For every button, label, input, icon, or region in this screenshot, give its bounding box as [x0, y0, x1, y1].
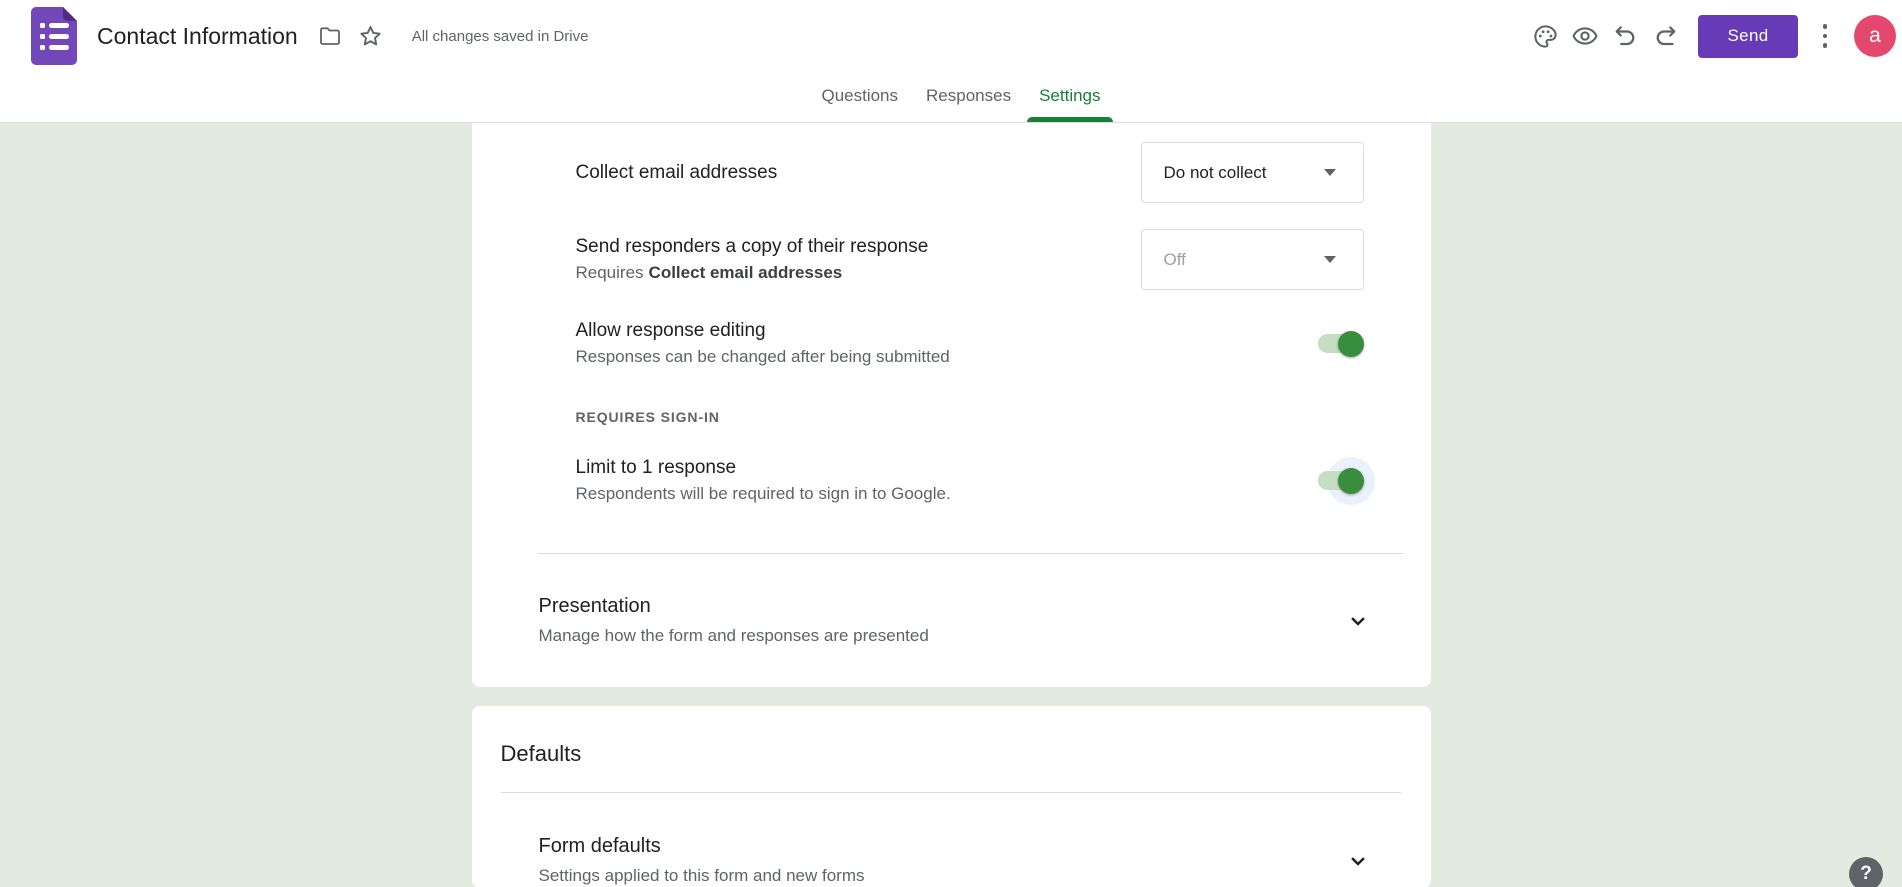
caret-down-icon: [1323, 169, 1336, 176]
caret-down-icon: [1323, 256, 1336, 263]
title-row: Contact Information All changes saved in…: [0, 0, 1902, 70]
setting-row-collect-email: Collect email addresses Do not collect: [472, 142, 1431, 203]
tab-questions[interactable]: Questions: [821, 70, 898, 122]
star-icon[interactable]: [356, 21, 386, 51]
more-options-icon[interactable]: [1812, 21, 1838, 51]
header-actions: [1530, 21, 1680, 51]
dropdown-value: Off: [1163, 249, 1186, 269]
setting-title: Collect email addresses: [575, 161, 778, 183]
tab-settings-label: Settings: [1039, 86, 1101, 105]
setting-title: Send responders a copy of their response: [575, 236, 929, 257]
google-forms-settings-page: Contact Information All changes saved in…: [0, 0, 1902, 887]
section-title: Form defaults: [538, 835, 661, 857]
folder-icon[interactable]: [315, 21, 345, 51]
defaults-card: Defaults Form defaults Settings applied …: [471, 706, 1431, 887]
requires-prefix: Requires: [575, 263, 644, 282]
setting-subtitle: Responses can be changed after being sub…: [575, 347, 950, 366]
active-tab-underline: [1027, 117, 1113, 122]
app-header: Contact Information All changes saved in…: [0, 0, 1902, 123]
save-status: All changes saved in Drive: [411, 27, 589, 45]
setting-row-limit-response: Limit to 1 response Respondents will be …: [472, 455, 1431, 506]
form-title[interactable]: Contact Information: [97, 23, 298, 50]
chevron-down-icon[interactable]: [1343, 846, 1373, 876]
help-label: ?: [1860, 863, 1872, 884]
dropdown-value: Do not collect: [1163, 162, 1267, 182]
tab-settings[interactable]: Settings: [1027, 70, 1113, 122]
form-defaults-row[interactable]: Form defaults Settings applied to this f…: [472, 833, 1431, 887]
limit-response-toggle[interactable]: [1317, 456, 1375, 505]
preview-eye-icon[interactable]: [1570, 21, 1600, 51]
setting-subtitle: Requires Collect email addresses: [576, 260, 929, 285]
tab-bar: Questions Responses Settings: [0, 70, 1902, 123]
send-copy-dropdown[interactable]: Off: [1140, 229, 1364, 290]
send-button[interactable]: Send: [1698, 14, 1798, 58]
setting-row-allow-editing: Allow response editing Responses can be …: [472, 318, 1431, 369]
settings-content: Collect email addresses Do not collect S…: [0, 123, 1902, 887]
section-subtitle: Manage how the form and responses are pr…: [538, 626, 929, 645]
collect-email-dropdown[interactable]: Do not collect: [1140, 142, 1364, 203]
toggle-knob: [1337, 330, 1364, 357]
page-fold: [63, 7, 77, 21]
setting-row-send-copy: Send responders a copy of their response…: [472, 229, 1431, 290]
defaults-heading: Defaults: [500, 741, 582, 766]
help-button[interactable]: ?: [1849, 857, 1883, 887]
allow-editing-toggle[interactable]: [1317, 330, 1364, 357]
requires-target: Collect email addresses: [648, 263, 843, 282]
theme-palette-icon[interactable]: [1530, 21, 1560, 51]
section-title: Presentation: [538, 595, 651, 617]
setting-title: Allow response editing: [575, 320, 766, 341]
requires-sign-in-label: REQUIRES SIGN-IN: [575, 409, 720, 425]
forms-logo-icon[interactable]: [31, 7, 77, 65]
divider: [537, 553, 1403, 554]
account-avatar[interactable]: a: [1854, 15, 1896, 57]
section-subtitle: Settings applied to this form and new fo…: [538, 866, 865, 885]
responses-settings-card: Collect email addresses Do not collect S…: [471, 123, 1431, 687]
redo-icon[interactable]: [1650, 21, 1680, 51]
undo-icon[interactable]: [1610, 21, 1640, 51]
setting-title: Limit to 1 response: [575, 457, 737, 478]
chevron-down-icon[interactable]: [1343, 606, 1373, 636]
toggle-knob: [1337, 467, 1364, 494]
divider: [500, 792, 1401, 793]
tab-responses[interactable]: Responses: [926, 70, 1011, 122]
presentation-section-row[interactable]: Presentation Manage how the form and res…: [472, 593, 1431, 648]
setting-subtitle: Respondents will be required to sign in …: [575, 484, 951, 503]
